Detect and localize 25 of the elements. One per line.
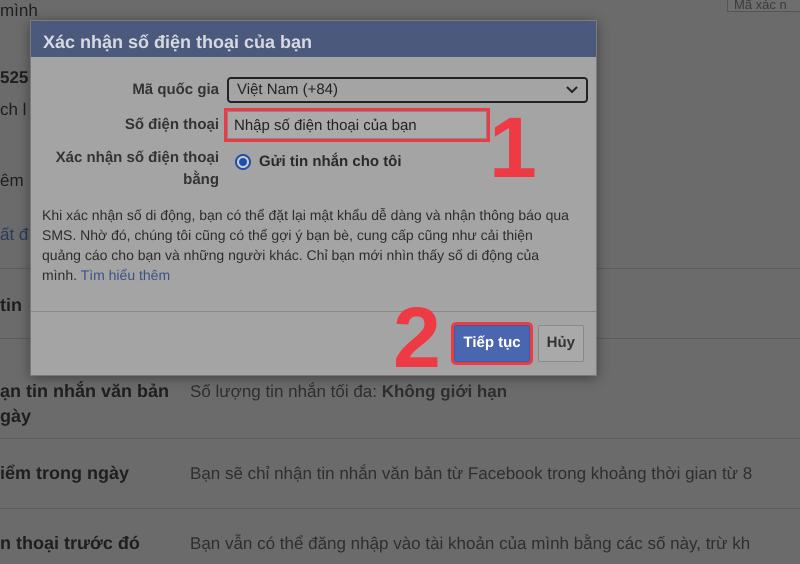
radio-option[interactable]: Gửi tin nhắn cho tôi [235, 151, 402, 174]
setting-label: tin [0, 294, 23, 318]
text: ch l [0, 101, 26, 120]
cancel-button[interactable]: Hủy [538, 325, 584, 362]
setting-label: ạn tin nhắn văn bản gày [0, 380, 170, 428]
text: 525 [0, 68, 28, 88]
chevron-down-icon [566, 86, 578, 94]
field-label: Xác nhận số điện thoại bằng [54, 148, 219, 190]
text: mình [0, 2, 38, 21]
setting-description: Bạn vẫn có thể đăng nhập vào tài khoản của mình bằng các số này, trừ kh [190, 533, 750, 556]
phone-input-field[interactable]: Nhập số điện thoại của bạn [227, 111, 487, 139]
learn-more-link[interactable]: Tìm hiểu thêm [80, 267, 170, 284]
step-number: 1 [489, 105, 537, 191]
setting-description: Số lượng tin nhắn tối đa: Không giới hạn [190, 381, 508, 404]
field-label: Số điện thoại [124, 115, 219, 136]
dialog-title: Xác nhận số điện thoại của bạn [31, 21, 596, 57]
setting-description: Bạn sẽ chỉ nhận tin nhắn văn bản từ Facebook trong khoảng thời gian từ 8 [190, 463, 752, 486]
text: êm [0, 172, 24, 191]
info-paragraph: Khi xác nhận số di động, bạn có thể đặt lại mật khẩu dễ dàng và nhận thông báo qua SMS. Nhờ đó, chúng tôi cũng có thể gợi ý bạn bè, cung cấp cũng như cải thiện quảng cáo cho bạn và những người khác. Chỉ bạn mới nhìn thấy số di động của mình. Tìm hiểu thêm [41, 206, 570, 286]
setting-label: n thoại trước đó [0, 532, 141, 556]
radio-button[interactable] [235, 154, 251, 170]
field-label: Mã quốc gia [131, 80, 219, 100]
country-select[interactable]: Việt Nam (+84) [227, 77, 588, 103]
step-number: 2 [393, 295, 441, 381]
setting-label: iểm trong ngày [0, 462, 130, 486]
